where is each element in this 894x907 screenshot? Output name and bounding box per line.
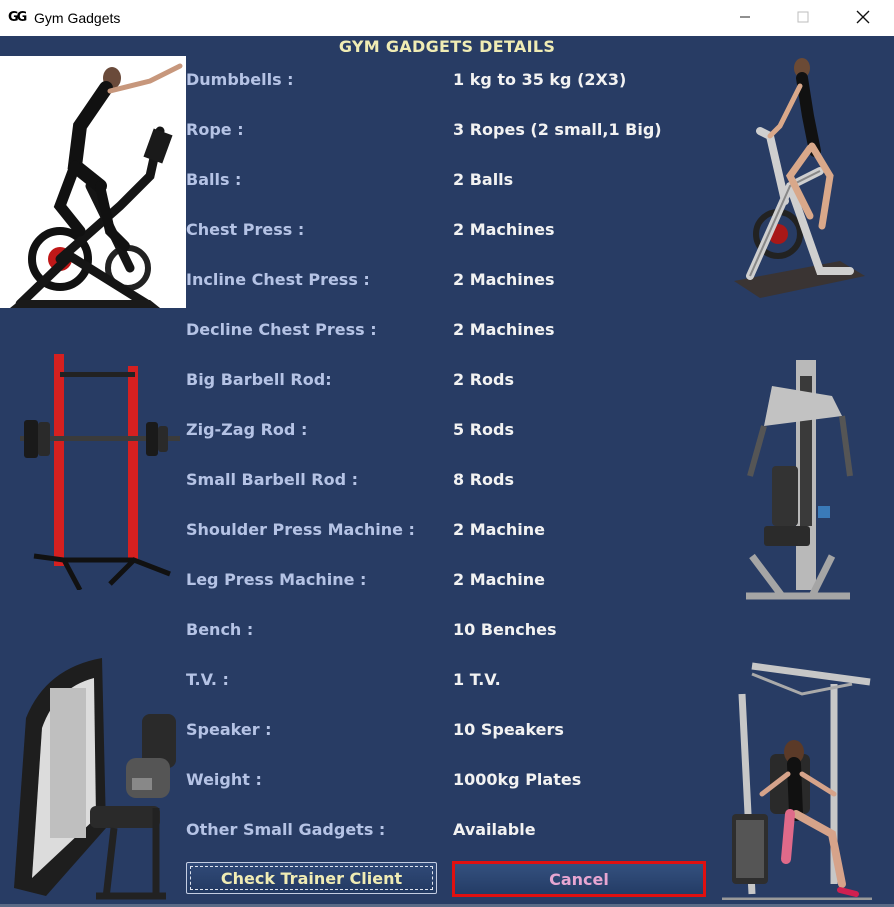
squat-rack-image [20,354,180,590]
label-big-barbell-rod: Big Barbell Rod: [186,370,332,389]
value-speaker: 10 Speakers [453,720,564,739]
label-chest-press: Chest Press : [186,220,305,239]
value-chest-press: 2 Machines [453,220,555,239]
chest-press-machine-image [746,360,853,600]
label-other-small-gadgets: Other Small Gadgets : [186,820,386,839]
cancel-label: Cancel [549,869,609,889]
label-leg-press-machine: Leg Press Machine : [186,570,367,589]
value-leg-press-machine: 2 Machine [453,570,546,589]
leg-extension-machine-image [14,658,176,900]
value-balls: 2 Balls [453,170,514,189]
value-rope: 3 Ropes (2 small,1 Big) [453,120,662,139]
spin-bike-woman-image [734,58,865,298]
value-shoulder-press-machine: 2 Machine [453,520,546,539]
close-button[interactable] [834,0,892,34]
close-icon [856,10,870,24]
check-trainer-client-label: Check Trainer Client [220,868,403,888]
value-other-small-gadgets: Available [453,820,536,839]
title-bar: GG Gym Gadgets [0,0,894,37]
label-speaker: Speaker : [186,720,272,739]
value-weight: 1000kg Plates [453,770,582,789]
label-bench: Bench : [186,620,254,639]
value-decline-chest-press: 2 Machines [453,320,555,339]
label-incline-chest-press: Incline Chest Press : [186,270,370,289]
label-balls: Balls : [186,170,242,189]
exercise-bike-woman-image [0,56,186,308]
app-icon: GG [8,10,27,25]
label-shoulder-press-machine: Shoulder Press Machine : [186,520,415,539]
label-rope: Rope : [186,120,244,139]
label-zig-zag-rod: Zig-Zag Rod : [186,420,308,439]
value-dumbbells: 1 kg to 35 kg (2X3) [453,70,627,89]
window-title: Gym Gadgets [34,10,121,26]
maximize-icon [797,11,809,23]
minimize-button[interactable] [716,0,774,34]
cancel-button[interactable]: Cancel [452,861,706,897]
value-tv: 1 T.V. [453,670,501,689]
value-big-barbell-rod: 2 Rods [453,370,514,389]
value-zig-zag-rod: 5 Rods [453,420,514,439]
value-small-barbell-rod: 8 Rods [453,470,514,489]
check-trainer-client-button[interactable]: Check Trainer Client [186,862,437,894]
page-title: GYM GADGETS DETAILS [338,37,556,56]
label-tv: T.V. : [186,670,229,689]
value-bench: 10 Benches [453,620,557,639]
value-incline-chest-press: 2 Machines [453,270,555,289]
label-decline-chest-press: Decline Chest Press : [186,320,377,339]
home-gym-woman-image [722,662,872,900]
minimize-icon [740,16,750,18]
label-weight: Weight : [186,770,262,789]
maximize-button[interactable] [774,0,832,34]
label-small-barbell-rod: Small Barbell Rod : [186,470,358,489]
details-panel: GYM GADGETS DETAILS Dumbbells: 1 kg to … [0,36,894,907]
label-dumbbells: Dumbbells : [186,70,294,89]
